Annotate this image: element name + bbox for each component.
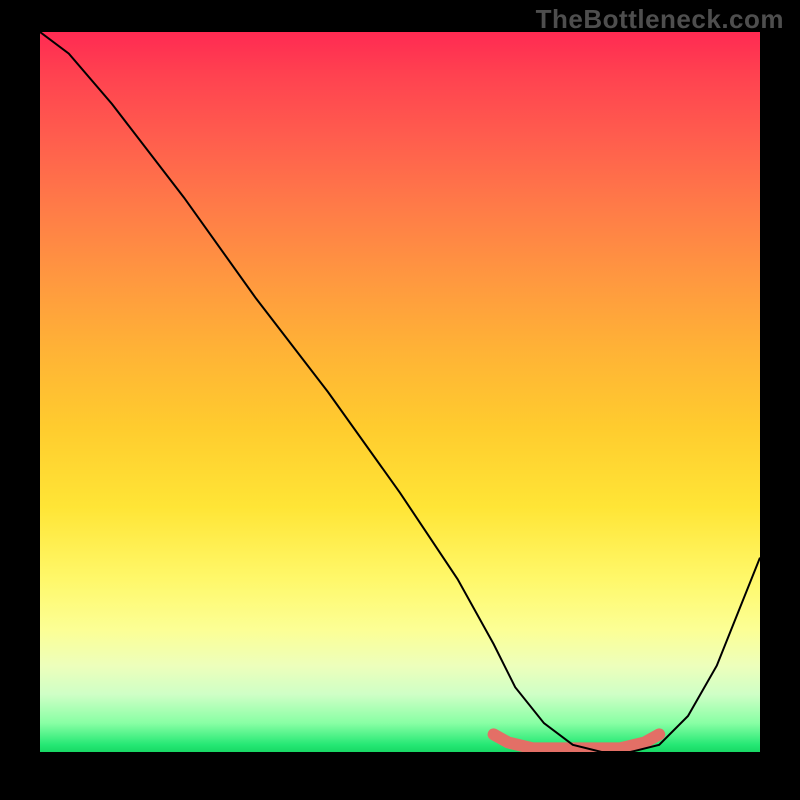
plot-area xyxy=(40,32,760,752)
chart-frame: TheBottleneck.com xyxy=(0,0,800,800)
bottleneck-curve xyxy=(40,32,760,752)
curve-layer xyxy=(40,32,760,752)
watermark-text: TheBottleneck.com xyxy=(536,4,784,35)
